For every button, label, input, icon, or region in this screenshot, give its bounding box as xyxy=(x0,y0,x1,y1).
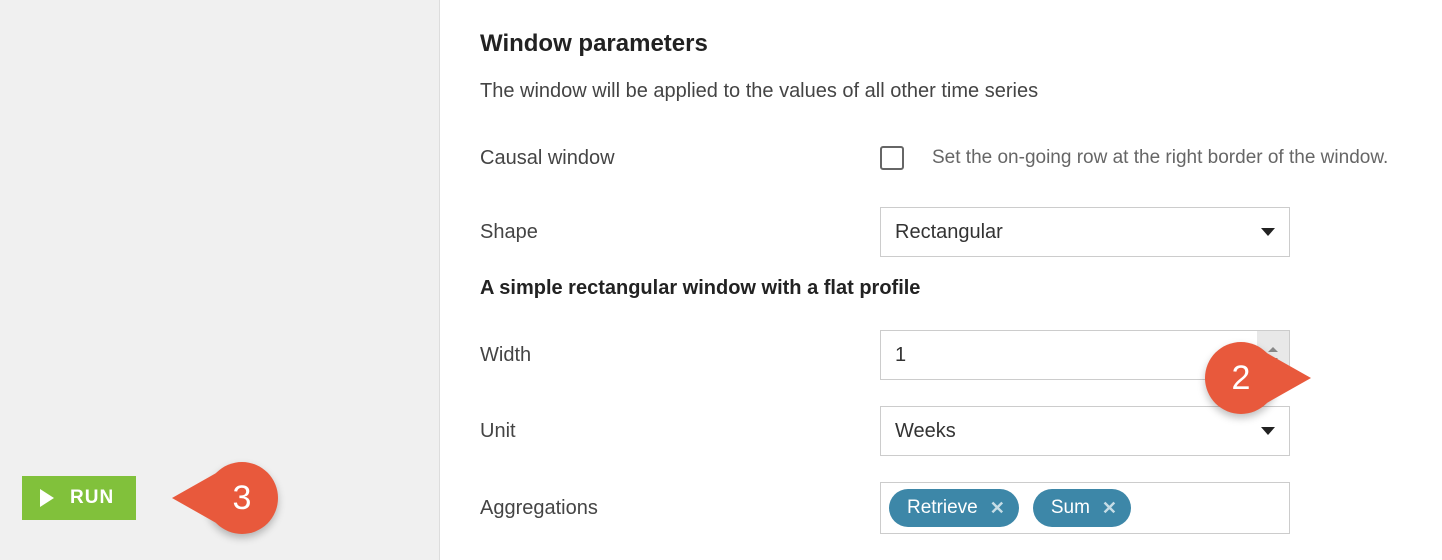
close-icon[interactable]: ✕ xyxy=(990,499,1005,517)
annotation-number: 3 xyxy=(233,479,252,518)
causal-window-label: Causal window xyxy=(480,147,880,170)
shape-label: Shape xyxy=(480,221,880,244)
unit-select[interactable]: Weeks xyxy=(880,406,1290,456)
annotation-balloon-3: 3 xyxy=(206,462,278,534)
balloon-tail-icon xyxy=(172,472,218,524)
chevron-down-icon xyxy=(1261,427,1275,435)
aggregations-label: Aggregations xyxy=(480,497,880,520)
sidebar: RUN 3 xyxy=(0,0,440,560)
causal-window-row: Causal window Set the on-going row at th… xyxy=(480,135,1402,181)
aggregations-row: Aggregations Retrieve ✕ Sum ✕ xyxy=(480,482,1402,534)
unit-label: Unit xyxy=(480,420,880,443)
width-value: 1 xyxy=(881,344,920,367)
annotation-balloon-2: 2 xyxy=(1205,342,1277,414)
shape-description: A simple rectangular window with a flat … xyxy=(480,277,1402,300)
section-description: The window will be applied to the values… xyxy=(480,80,1402,103)
aggregation-tag-label: Sum xyxy=(1051,497,1090,519)
close-icon[interactable]: ✕ xyxy=(1102,499,1117,517)
shape-row: Shape Rectangular xyxy=(480,207,1402,257)
main-panel: Window parameters The window will be app… xyxy=(440,0,1442,560)
aggregations-input[interactable]: Retrieve ✕ Sum ✕ xyxy=(880,482,1290,534)
aggregation-tag: Sum ✕ xyxy=(1033,489,1131,527)
unit-row: Unit Weeks xyxy=(480,406,1402,456)
balloon-tail-icon xyxy=(1265,352,1311,404)
play-icon xyxy=(40,489,54,507)
aggregation-tag-label: Retrieve xyxy=(907,497,978,519)
unit-select-value: Weeks xyxy=(895,420,956,443)
shape-select[interactable]: Rectangular xyxy=(880,207,1290,257)
causal-window-help: Set the on-going row at the right border… xyxy=(932,147,1388,169)
shape-select-value: Rectangular xyxy=(895,221,1003,244)
width-label: Width xyxy=(480,344,880,367)
annotation-number: 2 xyxy=(1232,359,1251,398)
run-button-label: RUN xyxy=(70,487,114,509)
chevron-down-icon xyxy=(1261,228,1275,236)
aggregation-tag: Retrieve ✕ xyxy=(889,489,1019,527)
run-button[interactable]: RUN xyxy=(22,476,136,520)
section-title: Window parameters xyxy=(480,30,1402,58)
causal-window-checkbox[interactable] xyxy=(880,146,904,170)
